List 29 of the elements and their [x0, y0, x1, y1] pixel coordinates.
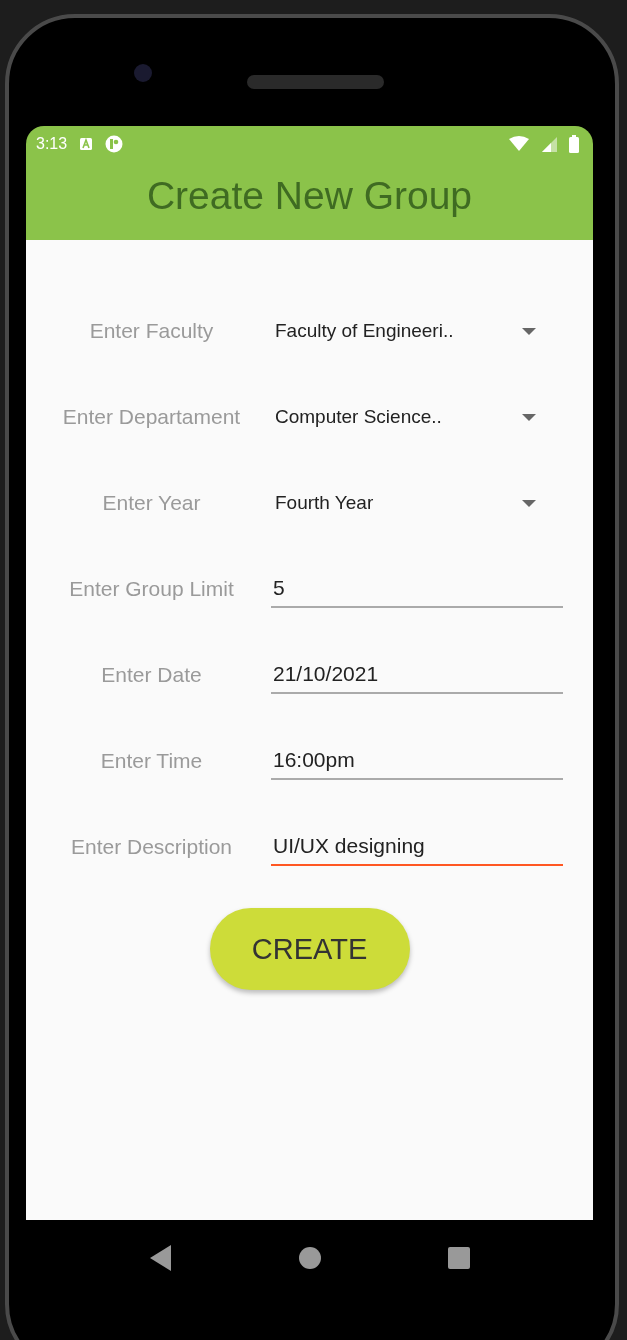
input-field[interactable]: 16:00pm [271, 742, 563, 780]
dropdown-caret-icon [522, 327, 536, 335]
dropdown-caret-icon [522, 413, 536, 421]
wifi-icon [509, 136, 529, 152]
create-button[interactable]: CREATE [209, 908, 410, 990]
recents-icon[interactable] [447, 1246, 470, 1269]
field-label: Enter Date [100, 663, 203, 687]
home-icon[interactable] [298, 1246, 321, 1269]
dropdown[interactable]: Computer Science.. [271, 406, 546, 428]
input-field[interactable]: UI/UX designing [271, 828, 563, 866]
status-time: 3:13 [36, 135, 68, 153]
field-label: Enter Group Limit [68, 577, 235, 601]
signal-icon [541, 136, 557, 152]
input-field[interactable]: 21/10/2021 [271, 656, 563, 694]
field-label: Enter Time [99, 749, 204, 773]
input-field[interactable]: 5 [271, 570, 563, 608]
notification-icon [105, 135, 124, 153]
app-title: Create New Group [145, 173, 474, 218]
notification-icon [79, 137, 94, 151]
back-icon[interactable] [149, 1244, 172, 1271]
dropdown-caret-icon [522, 499, 536, 507]
dropdown[interactable]: Fourth Year [271, 492, 546, 514]
dropdown[interactable]: Faculty of Engineeri.. [271, 320, 546, 342]
field-label: Enter Departament [61, 405, 242, 429]
field-label: Enter Year [101, 491, 202, 515]
field-label: Enter Faculty [88, 319, 215, 343]
field-label: Enter Description [69, 835, 234, 859]
camera-icon [134, 64, 152, 82]
battery-icon [569, 135, 579, 153]
